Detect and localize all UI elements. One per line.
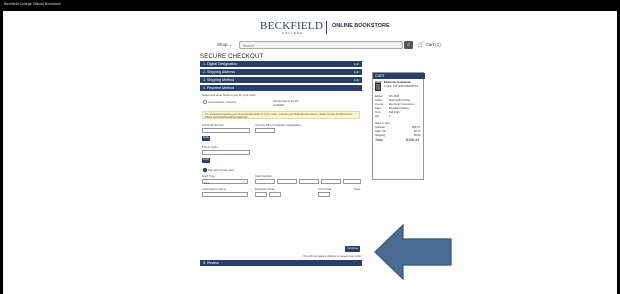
detail-key: Course <box>375 103 384 106</box>
card-number-part-5[interactable] <box>343 179 361 184</box>
financial-aid-radio[interactable] <box>203 100 207 104</box>
funds-value: Available <box>273 103 285 107</box>
card-number-label: Card Number <box>255 174 272 178</box>
detail-value: Mark Duffy/Turban <box>389 99 411 102</box>
step-label: 3. Shipping Method <box>203 78 234 82</box>
financial-aid-label: Financial Aid / Voucher <box>208 100 237 104</box>
cart-label: Cart (1) <box>425 42 441 47</box>
book-cover-image <box>375 83 381 91</box>
step-label: 1. Digital Designation <box>203 62 237 66</box>
exp-month-value: --- <box>257 193 260 198</box>
step-label: 5. Review <box>203 261 219 265</box>
step-shipping-address[interactable]: 2. Shipping Address Edit <box>200 69 362 75</box>
save-label[interactable]: Save <box>354 187 360 191</box>
logo-divider <box>326 21 327 34</box>
step-label: 2. Shipping Address <box>203 70 235 74</box>
edit-link[interactable]: Edit <box>354 70 359 74</box>
step-label: 4. Payment Method <box>203 86 235 90</box>
security-pin-label: Security PIN (if included / applicable) <box>255 123 301 127</box>
detail-key: Dept <box>375 107 381 110</box>
shop-menu[interactable]: Shop ⌄ <box>217 42 233 48</box>
apply-promo-button[interactable]: Apply <box>202 158 210 163</box>
detail-key: Edition <box>375 95 383 98</box>
credit-card-radio[interactable] <box>203 168 207 172</box>
cart-link[interactable]: 🛒Cart (1) <box>417 41 441 48</box>
shop-bar: Shop ⌄ Search ⌕ <box>217 41 417 51</box>
brand-sub: COLLEGE <box>282 31 304 35</box>
edit-link[interactable]: Edit <box>354 78 359 82</box>
detail-key: Author <box>375 99 383 102</box>
detail-value: 5th 2018 <box>389 95 400 98</box>
tax-label: Sales Tax <box>375 130 387 133</box>
cardholder-label: Cardholder's Name <box>202 187 227 191</box>
total-value: $106.44 <box>406 138 419 142</box>
chevron-down-icon: ⌄ <box>242 179 245 183</box>
gift-card-input[interactable] <box>202 128 250 133</box>
detail-value: Beckfield (Online) <box>389 107 410 110</box>
cart-icon: 🛒 <box>417 42 425 48</box>
cardholder-input[interactable] <box>202 192 248 197</box>
tax-value: $6.74 <box>414 130 421 133</box>
subtotal-value: $99.70 <box>412 126 420 129</box>
shipping-label: Shipping <box>375 134 386 137</box>
apply-gift-card-button[interactable]: Apply <box>202 136 210 141</box>
chevron-down-icon: ⌄ <box>228 42 233 47</box>
search-icon: ⌕ <box>407 42 410 48</box>
window-title: Beckfield College Official Bookstore <box>4 2 61 6</box>
detail-key: Qty <box>375 115 380 118</box>
edit-link[interactable]: Edit <box>354 62 359 66</box>
card-number-part-1[interactable] <box>255 179 275 184</box>
step-digital-designation[interactable]: 1. Digital Designation Edit <box>200 61 362 67</box>
financial-aid-notice: For questions regarding your financial a… <box>202 111 360 119</box>
exp-month-select[interactable]: --- <box>255 192 267 198</box>
browser-page: BECKFIELD COLLEGE ONLINE BOOKSTORE Shop … <box>3 11 617 294</box>
gift-card-label: Gift Card Number <box>202 123 224 127</box>
promo-code-label: Promo Code <box>202 145 218 149</box>
subtotal-label: Subtotal <box>375 126 385 129</box>
security-pin-input[interactable] <box>255 128 275 133</box>
card-number-part-2[interactable] <box>277 179 297 184</box>
detail-value: 1 <box>389 115 391 118</box>
detail-value: Electronic Commerce <box>389 103 414 106</box>
window-titlebar: Beckfield College Official Bookstore <box>0 0 620 11</box>
shipping-value: $0.00 <box>414 134 421 137</box>
continue-note: You will not have a chance to review you… <box>303 254 362 258</box>
cart-summary: CART Book Electronic Commerce Turban 2nd… <box>372 72 425 180</box>
shop-label: Shop <box>217 42 228 47</box>
detail-key: Term <box>375 111 381 114</box>
search-input[interactable]: Search <box>239 41 403 49</box>
continue-button[interactable]: Continue <box>345 246 360 252</box>
items-in-cart: Items in Cart <box>375 122 390 125</box>
card-number-part-3[interactable] <box>299 179 319 184</box>
total-label: Total <box>375 138 383 142</box>
cart-item-title: Electronic Commerce <box>384 81 411 84</box>
cart-item-subtitle: Turban 2nd (9780135189733) <box>384 85 419 88</box>
cvv-input[interactable] <box>318 192 330 197</box>
detail-value: Fall 2021 <box>389 111 400 114</box>
expiration-label: Expiration Date <box>255 187 275 191</box>
store-logo[interactable]: BECKFIELD COLLEGE ONLINE BOOKSTORE <box>260 20 390 36</box>
card-type-value: Visa <box>204 180 210 185</box>
store-name: ONLINE BOOKSTORE <box>332 23 390 29</box>
promo-code-input[interactable] <box>202 150 250 155</box>
step-review: 5. Review <box>200 260 362 266</box>
step-payment-method: 4. Payment Method <box>200 85 362 91</box>
card-type-label: Card Type <box>202 174 215 178</box>
card-number-part-4[interactable] <box>321 179 341 184</box>
chevron-down-icon: ⌄ <box>271 193 274 198</box>
cvv-label: CVV Code <box>318 187 332 191</box>
step-shipping-method[interactable]: 3. Shipping Method Edit <box>200 77 362 83</box>
cart-title: CART <box>373 73 425 79</box>
exp-year-select[interactable]: ⌄ <box>269 192 281 198</box>
credit-card-label: Pay with Credit Card <box>208 168 234 172</box>
search-button[interactable]: ⌕ <box>404 41 413 49</box>
arrow-pointer-icon <box>374 223 452 281</box>
page-title: SECURE CHECKOUT <box>200 54 264 60</box>
payment-intro: Select and enter fields to pay for your … <box>202 93 256 97</box>
